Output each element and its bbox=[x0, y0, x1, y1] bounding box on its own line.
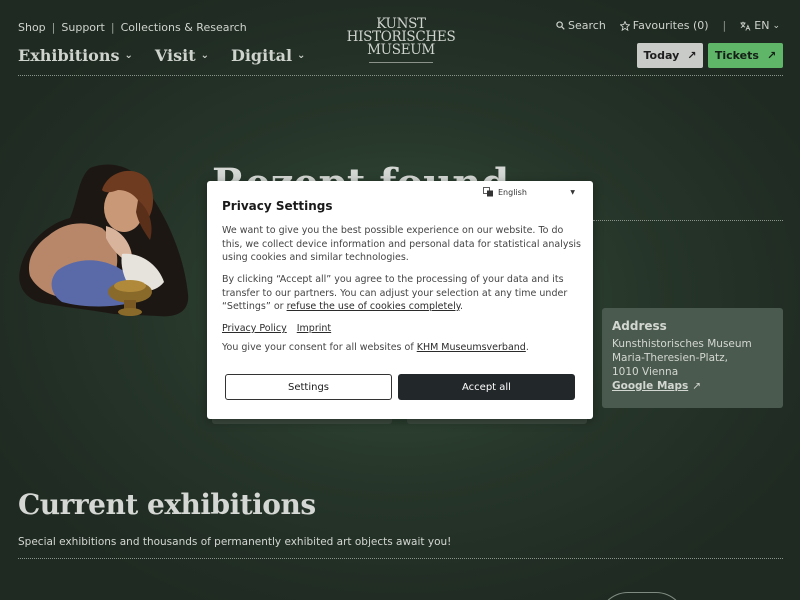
language-switcher[interactable]: EN ⌄ bbox=[740, 19, 780, 32]
logo-rule bbox=[369, 62, 433, 63]
search-icon bbox=[556, 21, 565, 30]
museum-logo[interactable]: KUNST HISTORISCHES MUSEUM bbox=[343, 17, 459, 63]
search-button[interactable]: Search bbox=[556, 19, 606, 32]
caret-down-icon: ▼ bbox=[570, 188, 575, 196]
address-line: Kunsthistorisches Museum bbox=[612, 338, 752, 350]
arch-decoration bbox=[598, 592, 686, 600]
consent-text-end: . bbox=[525, 342, 529, 353]
translate-icon bbox=[740, 21, 751, 31]
chevron-down-icon: ⌄ bbox=[772, 20, 780, 31]
language-label: EN bbox=[754, 19, 770, 32]
logo-line: MUSEUM bbox=[367, 42, 435, 58]
utility-nav: Shop | Support | Collections & Research bbox=[18, 21, 247, 34]
nav-digital-label: Digital bbox=[230, 46, 293, 65]
utility-separator: | bbox=[110, 21, 115, 34]
search-label: Search bbox=[568, 19, 606, 32]
favourites-button[interactable]: Favourites (0) bbox=[619, 19, 709, 32]
khm-museumsverband-link[interactable]: KHM Museumsverband bbox=[417, 342, 526, 353]
settings-button[interactable]: Settings bbox=[225, 374, 392, 400]
nav-visit[interactable]: Visit ⌄ bbox=[155, 46, 209, 65]
section-subtitle: Special exhibitions and thousands of per… bbox=[18, 536, 452, 548]
language-select[interactable]: English ▼ bbox=[483, 185, 575, 199]
address-card: Address Kunsthistorisches Museum Maria-T… bbox=[602, 308, 783, 408]
section-divider bbox=[18, 558, 783, 559]
tickets-button[interactable]: Tickets ↗ bbox=[708, 43, 783, 68]
privacy-policy-link[interactable]: Privacy Policy bbox=[222, 323, 287, 334]
dialog-links: Privacy Policy Imprint bbox=[222, 323, 331, 334]
chevron-down-icon: ⌄ bbox=[297, 50, 306, 61]
google-maps-label: Google Maps bbox=[612, 380, 689, 392]
google-maps-link[interactable]: Google Maps ↗ bbox=[612, 379, 773, 393]
address-line: 1010 Vienna bbox=[612, 366, 679, 378]
collections-research-link[interactable]: Collections & Research bbox=[121, 21, 247, 34]
hero-divider bbox=[593, 220, 783, 221]
dialog-paragraph: We want to give you the best possible ex… bbox=[222, 225, 581, 263]
painting-image bbox=[19, 164, 189, 317]
refuse-cookies-link[interactable]: refuse the use of cookies completely bbox=[287, 301, 460, 312]
translate-icon bbox=[483, 187, 493, 197]
page: Shop | Support | Collections & Research … bbox=[0, 0, 800, 600]
chevron-down-icon: ⌄ bbox=[200, 50, 209, 61]
star-icon bbox=[619, 20, 630, 31]
favourites-label: Favourites (0) bbox=[632, 19, 709, 32]
consent-text-body: You give your consent for all websites o… bbox=[222, 342, 414, 353]
dialog-title: Privacy Settings bbox=[222, 199, 333, 213]
nav-visit-label: Visit bbox=[154, 46, 196, 65]
address-line: Maria-Theresien-Platz, bbox=[612, 352, 729, 364]
header-tools: Search Favourites (0) | EN ⌄ bbox=[556, 19, 780, 32]
today-button[interactable]: Today ↗ bbox=[637, 43, 703, 68]
language-select-value: English bbox=[498, 187, 527, 197]
utility-separator: | bbox=[51, 21, 56, 34]
imprint-link[interactable]: Imprint bbox=[297, 323, 331, 334]
support-link[interactable]: Support bbox=[61, 21, 104, 34]
header-separator: | bbox=[722, 19, 727, 32]
nav-exhibitions-label: Exhibitions bbox=[18, 46, 120, 65]
consent-text: You give your consent for all websites o… bbox=[222, 342, 529, 353]
arrow-up-right-icon: ↗ bbox=[692, 380, 702, 392]
address-heading: Address bbox=[612, 319, 667, 333]
dialog-paragraph: By clicking “Accept all” you agree to th… bbox=[222, 273, 582, 314]
arrow-up-right-icon: ↗ bbox=[766, 49, 777, 62]
accept-all-button[interactable]: Accept all bbox=[398, 374, 575, 400]
chevron-down-icon: ⌄ bbox=[124, 50, 133, 61]
dialog-paragraph-end: . bbox=[460, 301, 464, 312]
tickets-label: Tickets bbox=[714, 49, 759, 62]
nav-digital[interactable]: Digital ⌄ bbox=[231, 46, 305, 65]
arrow-up-right-icon: ↗ bbox=[687, 49, 697, 62]
shop-link[interactable]: Shop bbox=[18, 21, 46, 34]
main-nav: Exhibitions ⌄ Visit ⌄ Digital ⌄ bbox=[18, 46, 305, 65]
section-title: Current exhibitions bbox=[18, 488, 316, 521]
today-label: Today bbox=[643, 49, 680, 62]
nav-exhibitions[interactable]: Exhibitions ⌄ bbox=[18, 46, 133, 65]
header-divider bbox=[18, 75, 783, 76]
privacy-settings-dialog: English ▼ Privacy Settings We want to gi… bbox=[207, 181, 593, 419]
